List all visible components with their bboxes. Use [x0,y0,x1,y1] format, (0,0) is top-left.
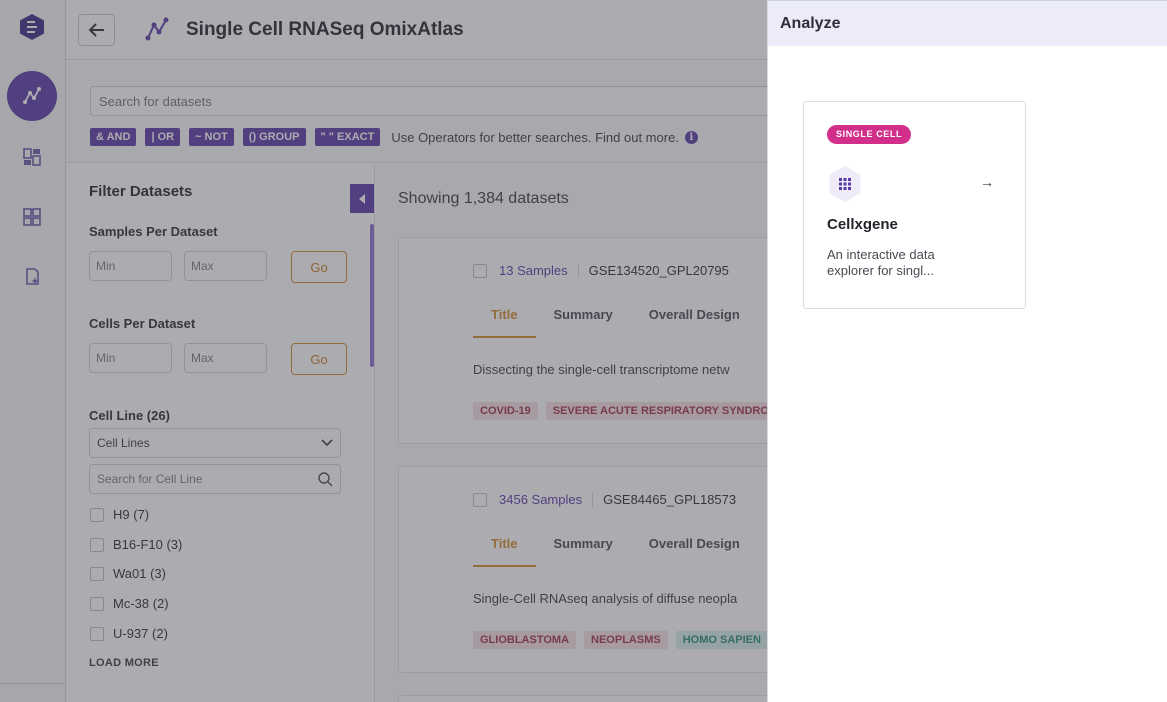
analyze-drawer: Analyze SINGLE CELL → Cellxgene An inter… [767,0,1167,702]
cellxgene-card[interactable]: SINGLE CELL → Cellxgene An interactive d… [803,101,1026,309]
drawer-title: Analyze [768,0,1167,46]
modal-backdrop[interactable] [0,0,767,702]
single-cell-badge: SINGLE CELL [827,125,912,144]
tool-description: An interactive data explorer for singl..… [827,247,935,278]
tool-name: Cellxgene [827,216,898,233]
grid-dots-icon [829,166,861,202]
arrow-right-icon[interactable]: → [980,174,994,190]
